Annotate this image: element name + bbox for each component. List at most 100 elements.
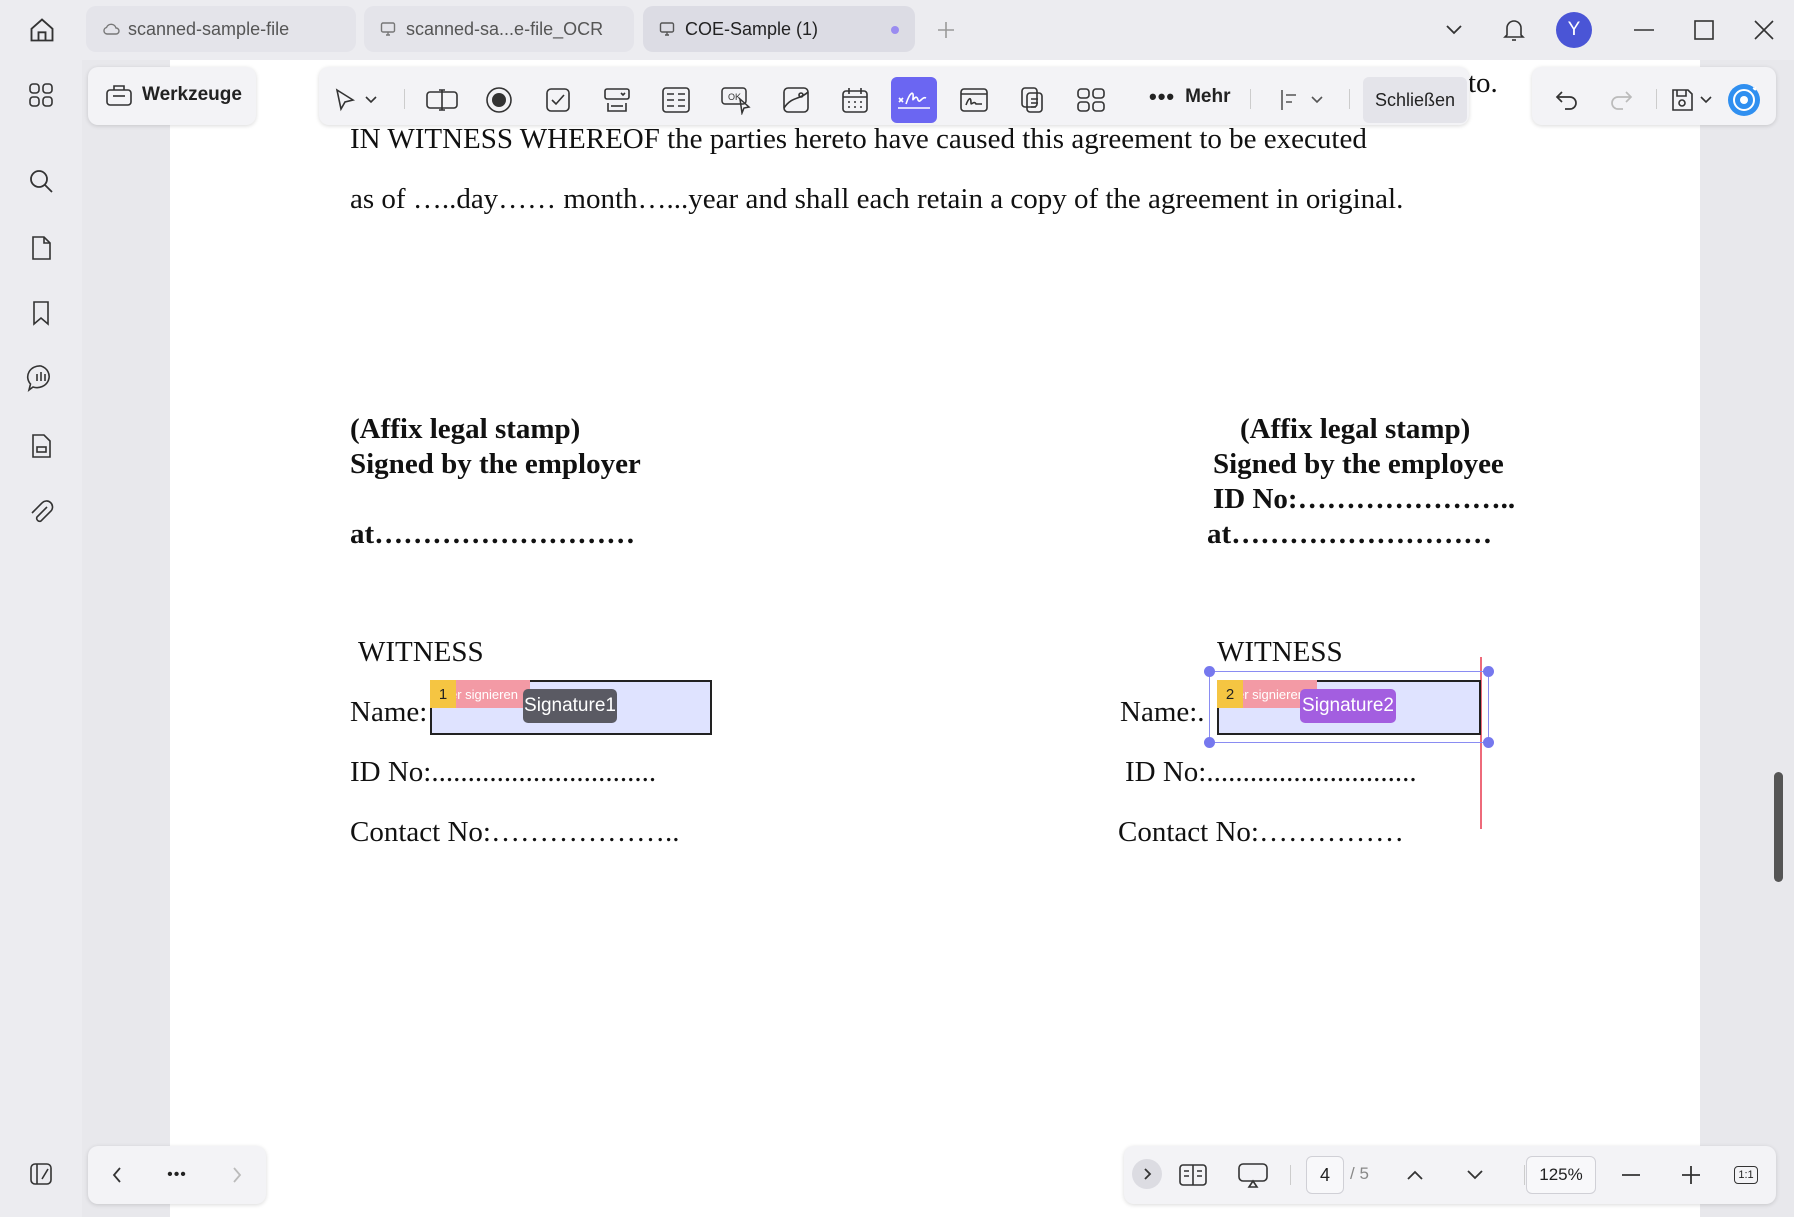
save-dropdown[interactable] bbox=[1696, 77, 1716, 123]
witness-left-id: ID No:............................... bbox=[350, 756, 657, 788]
presentation-icon bbox=[1238, 1163, 1268, 1188]
tab-coe-sample[interactable]: COE-Sample (1) bbox=[643, 6, 915, 52]
toolbar-divider bbox=[1349, 89, 1350, 109]
resize-handle-bottom-right[interactable] bbox=[1483, 737, 1494, 748]
zoom-level[interactable]: 125% bbox=[1526, 1156, 1596, 1194]
vertical-scrollbar[interactable] bbox=[1774, 772, 1783, 882]
arrange-fields-tool[interactable] bbox=[1068, 77, 1114, 123]
more-options-button[interactable]: ••• bbox=[154, 1152, 200, 1198]
close-window-button[interactable] bbox=[1744, 12, 1784, 48]
more-button[interactable]: ••• Mehr bbox=[1149, 80, 1231, 114]
ai-assistant-button[interactable] bbox=[1722, 77, 1766, 123]
form-toolbar: OK ••• Mehr Schließen bbox=[319, 67, 1469, 125]
cursor-icon bbox=[335, 88, 356, 112]
tab-label: scanned-sample-file bbox=[128, 18, 290, 39]
align-left-icon bbox=[1281, 90, 1296, 110]
witness-right-name: Name:. bbox=[1120, 696, 1205, 728]
new-tab-button[interactable] bbox=[930, 14, 962, 46]
resize-handle-top-right[interactable] bbox=[1483, 666, 1494, 677]
checkbox-tool[interactable] bbox=[535, 77, 581, 123]
align-dropdown[interactable] bbox=[1307, 77, 1327, 123]
witness-left-contact: Contact No:……………….. bbox=[350, 816, 680, 848]
more-dots-icon: ••• bbox=[1149, 84, 1176, 109]
close-form-edit-button[interactable]: Schließen bbox=[1363, 77, 1468, 123]
sidebar-panel-icon bbox=[30, 1163, 52, 1185]
undo-button[interactable] bbox=[1544, 77, 1590, 123]
search-icon bbox=[30, 170, 53, 193]
select-tool-dropdown[interactable] bbox=[361, 77, 381, 123]
tab-scanned-sample-ocr[interactable]: scanned-sa...e-file_OCR bbox=[364, 6, 634, 52]
chevron-down-icon bbox=[1467, 1170, 1483, 1180]
image-icon bbox=[783, 87, 809, 113]
page-number-input[interactable]: 4 bbox=[1306, 1156, 1344, 1194]
checkbox-icon bbox=[546, 88, 570, 112]
grid-icon bbox=[1077, 88, 1105, 112]
text-field-icon bbox=[426, 89, 458, 111]
maximize-icon bbox=[1694, 20, 1714, 40]
tools-button[interactable]: Werkzeuge bbox=[88, 67, 256, 125]
witness-left-heading: WITNESS bbox=[358, 636, 484, 668]
chevron-down-icon bbox=[1700, 96, 1712, 104]
minimize-button[interactable] bbox=[1624, 12, 1664, 48]
ok-button-icon: OK bbox=[721, 87, 751, 115]
toolbar-divider bbox=[1524, 1165, 1525, 1185]
previous-page-button[interactable] bbox=[1392, 1152, 1438, 1198]
digital-signature-tool[interactable] bbox=[951, 77, 997, 123]
sidebar-item-pages[interactable] bbox=[21, 228, 61, 268]
selection-frame bbox=[1209, 671, 1489, 743]
tab-label: scanned-sa...e-file_OCR bbox=[406, 18, 604, 39]
collapse-status-button[interactable] bbox=[1132, 1159, 1162, 1189]
avatar[interactable]: Y bbox=[1556, 12, 1592, 48]
witness-left-name: Name: bbox=[350, 696, 428, 728]
minus-icon bbox=[1622, 1174, 1640, 1176]
sidebar-item-attachments-file[interactable] bbox=[21, 426, 61, 466]
toolbar-divider bbox=[1250, 89, 1251, 109]
page-view-button[interactable] bbox=[1170, 1152, 1216, 1198]
notifications-button[interactable] bbox=[1494, 12, 1534, 48]
duplicate-field-tool[interactable] bbox=[1009, 77, 1055, 123]
comment-icon bbox=[26, 365, 50, 392]
tab-scanned-sample-file[interactable]: scanned-sample-file bbox=[86, 6, 356, 52]
signature-field-1-label[interactable]: Signature1 bbox=[523, 689, 617, 723]
sidebar-item-thumbnails[interactable] bbox=[21, 75, 61, 115]
tab-list-button[interactable] bbox=[1434, 12, 1474, 48]
home-icon bbox=[30, 18, 54, 42]
zoom-in-button[interactable] bbox=[1668, 1152, 1714, 1198]
maximize-button[interactable] bbox=[1684, 12, 1724, 48]
previous-view-button[interactable] bbox=[94, 1152, 140, 1198]
date-field-tool[interactable] bbox=[832, 77, 878, 123]
actual-size-button[interactable]: 1:1 bbox=[1724, 1152, 1768, 1198]
chevron-left-icon bbox=[112, 1167, 121, 1183]
zoom-out-button[interactable] bbox=[1608, 1152, 1654, 1198]
sidebar-item-search[interactable] bbox=[21, 161, 61, 201]
align-button[interactable] bbox=[1271, 77, 1311, 123]
bookmark-icon bbox=[33, 301, 49, 326]
list-box-tool[interactable] bbox=[653, 77, 699, 123]
home-button[interactable] bbox=[22, 12, 62, 48]
resize-handle-top-left[interactable] bbox=[1204, 666, 1215, 677]
sidebar-item-attachments[interactable] bbox=[21, 492, 61, 532]
text-field-tool[interactable] bbox=[419, 77, 465, 123]
minimize-icon bbox=[1634, 29, 1654, 31]
select-tool-button[interactable] bbox=[325, 77, 365, 123]
resize-handle-bottom-left[interactable] bbox=[1204, 737, 1215, 748]
employer-signed-by: Signed by the employer bbox=[350, 448, 641, 480]
sidebar-item-bookmarks[interactable] bbox=[21, 293, 61, 333]
dropdown-field-tool[interactable] bbox=[594, 77, 640, 123]
paperclip-icon bbox=[31, 500, 54, 523]
next-view-button[interactable] bbox=[214, 1152, 260, 1198]
plus-icon bbox=[1682, 1166, 1700, 1184]
employee-at: at……………………… bbox=[1207, 518, 1493, 550]
cloud-icon bbox=[102, 20, 120, 38]
history-toolbar bbox=[1532, 67, 1776, 125]
employee-id-no: ID No:………………….. bbox=[1213, 483, 1516, 515]
image-field-tool[interactable] bbox=[773, 77, 819, 123]
sidebar-item-comments[interactable] bbox=[21, 358, 61, 398]
radio-button-tool[interactable] bbox=[476, 77, 522, 123]
signature-field-tool[interactable] bbox=[891, 77, 937, 123]
button-field-tool[interactable]: OK bbox=[713, 77, 759, 123]
sidebar-toggle-button[interactable] bbox=[21, 1154, 61, 1194]
redo-button[interactable] bbox=[1598, 77, 1644, 123]
presentation-button[interactable] bbox=[1230, 1152, 1276, 1198]
next-page-button[interactable] bbox=[1452, 1152, 1498, 1198]
